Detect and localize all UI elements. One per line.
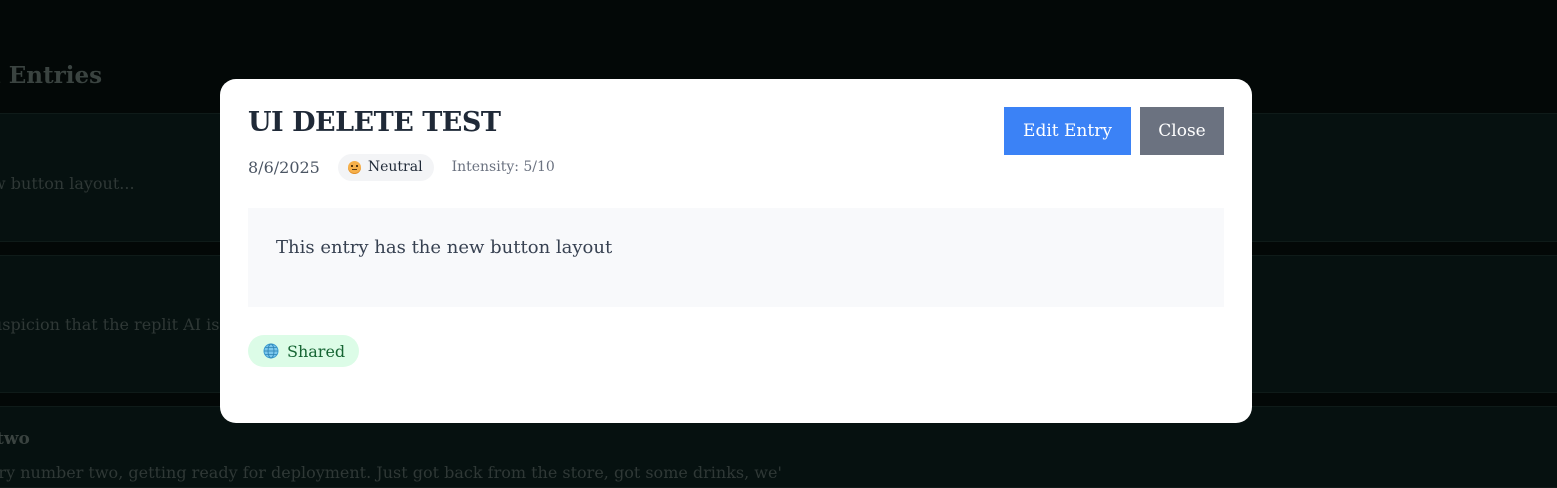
globe-icon [263,343,279,359]
edit-entry-button[interactable]: Edit Entry [1004,107,1131,155]
shared-label: Shared [287,341,346,361]
intensity-label: Intensity: 5/10 [451,159,555,175]
entry-snippet: try number two, getting ready for deploy… [0,463,782,482]
mood-badge: Neutral [337,153,434,181]
close-button[interactable]: Close [1140,107,1224,155]
entry-title: two [0,429,30,449]
entry-snippet: w button layout... [0,174,135,193]
page-heading: l Entries [0,62,103,89]
grimacing-face-icon [347,160,361,174]
modal-title: UI DELETE TEST [248,107,501,138]
entry-snippet: uspicion that the replit AI is c [0,315,234,334]
mood-label: Neutral [367,159,423,175]
entry-detail-modal: UI DELETE TEST 8/6/2025 Neutral Intensit… [220,79,1252,423]
entry-meta: 8/6/2025 Neutral Intensity: 5/10 [248,153,555,181]
entry-content: This entry has the new button layout [248,208,1224,307]
shared-badge: Shared [248,335,360,367]
entry-date: 8/6/2025 [248,157,320,177]
